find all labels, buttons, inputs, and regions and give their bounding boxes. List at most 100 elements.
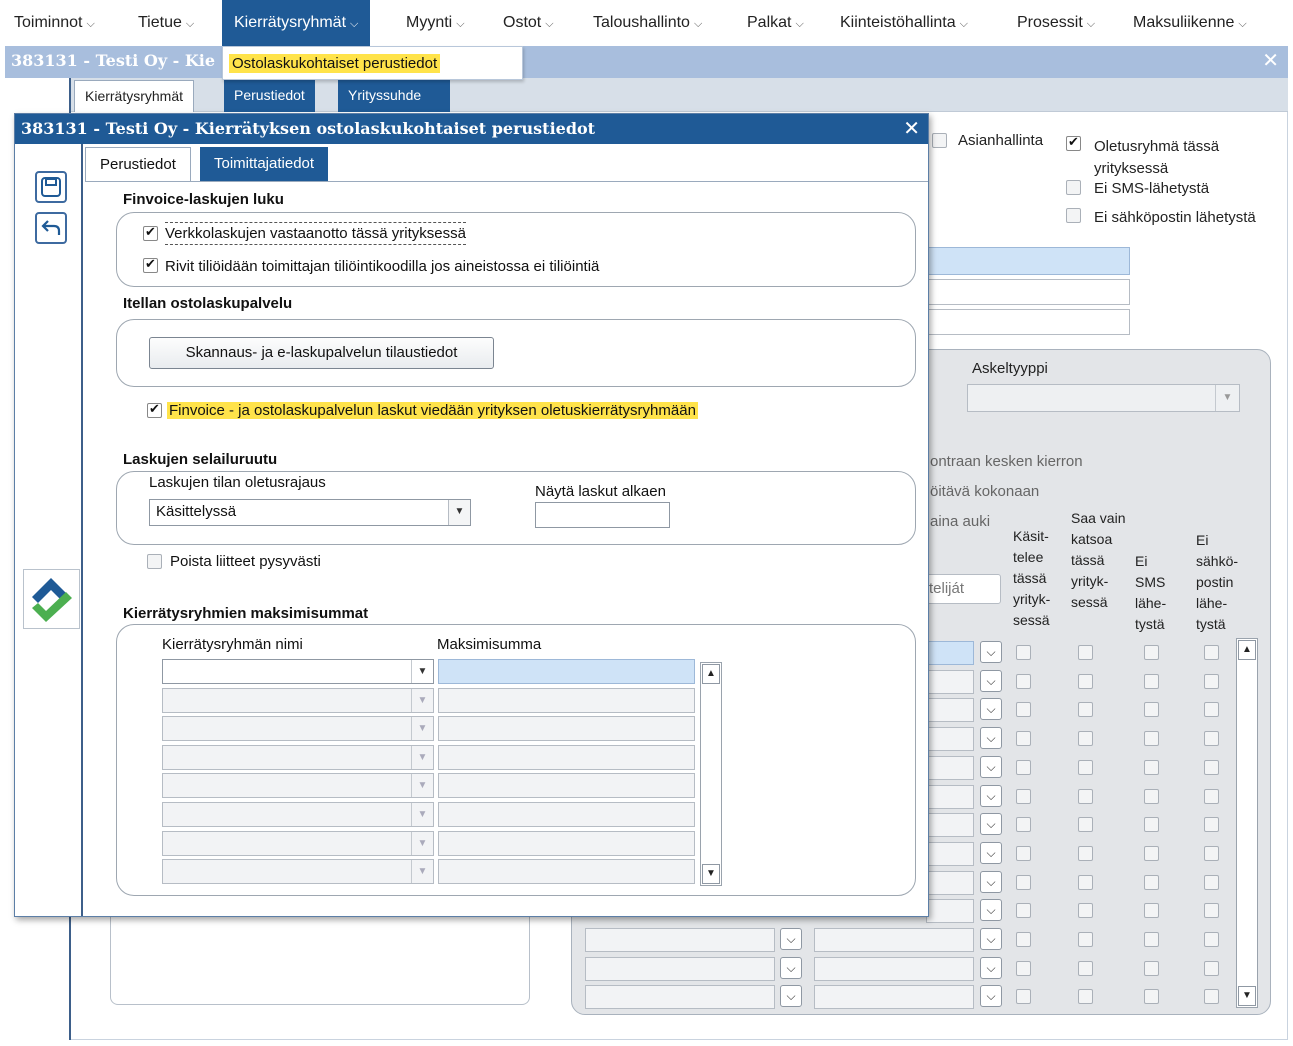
bg-grid-checkbox[interactable] xyxy=(1144,645,1159,660)
dropdown-item-ostolaskukohtaiset[interactable]: Ostolaskukohtaiset perustiedot xyxy=(229,54,441,73)
bg-grid-field[interactable] xyxy=(814,985,974,1010)
chevron-down-icon[interactable]: ⌵ xyxy=(780,956,802,979)
bg-grid-field[interactable] xyxy=(926,698,974,723)
oletusryhma-checkbox[interactable] xyxy=(1066,134,1081,151)
menu-toiminnot[interactable]: Toiminnot ⌵ xyxy=(10,0,99,46)
bg-grid-checkbox[interactable] xyxy=(1204,645,1219,660)
chevron-down-icon[interactable]: ⌵ xyxy=(980,841,1002,864)
bg-grid-checkbox[interactable] xyxy=(1078,788,1093,804)
bg-grid-field[interactable] xyxy=(926,755,974,780)
scroll-down-icon[interactable]: ▼ xyxy=(702,864,720,884)
bg-grid-checkbox[interactable] xyxy=(1016,673,1031,689)
bg-grid-field[interactable] xyxy=(926,669,974,694)
bg-grid-checkbox[interactable] xyxy=(1204,702,1219,718)
alkaen-input[interactable] xyxy=(535,502,670,528)
maksimisumma-input[interactable] xyxy=(438,744,695,770)
bg-grid-field[interactable] xyxy=(926,841,974,866)
bg-grid-checkbox[interactable] xyxy=(1204,874,1219,890)
bg-grid-checkbox[interactable] xyxy=(1016,874,1031,890)
tab-yrityssuhde[interactable]: Yrityssuhde xyxy=(338,80,450,112)
bg-grid-checkbox[interactable] xyxy=(1144,960,1159,976)
scroll-down-icon[interactable]: ▼ xyxy=(1238,986,1256,1006)
menu-kiinteistohallinta[interactable]: Kiinteistöhallinta ⌵ xyxy=(836,0,972,46)
chevron-down-icon[interactable]: ⌵ xyxy=(980,899,1002,922)
verkkolaskut-checkbox[interactable] xyxy=(143,224,158,241)
bg-grid-checkbox[interactable] xyxy=(1016,759,1031,775)
bg-grid-checkbox[interactable] xyxy=(1144,989,1159,1005)
maksimisumma-input[interactable] xyxy=(438,830,695,856)
tilaustiedot-button[interactable]: Skannaus- ja e-laskupalvelun tilaustiedo… xyxy=(149,337,494,369)
bg-grid-checkbox[interactable] xyxy=(1016,845,1031,861)
bg-grid-checkbox[interactable] xyxy=(1078,874,1093,890)
bg-grid-checkbox[interactable] xyxy=(1016,932,1031,947)
bg-grid-field[interactable] xyxy=(585,928,775,952)
close-icon[interactable]: ✕ xyxy=(1262,48,1279,73)
bg-grid-checkbox[interactable] xyxy=(1078,845,1093,861)
bg-grid-checkbox[interactable] xyxy=(1144,731,1159,747)
bg-grid-checkbox[interactable] xyxy=(1016,960,1031,976)
maksimisumma-input[interactable] xyxy=(438,659,695,684)
bg-grid-checkbox[interactable] xyxy=(1204,759,1219,775)
bg-grid-checkbox[interactable] xyxy=(1078,903,1093,919)
menu-maksuliikenne[interactable]: Maksuliikenne ⌵ xyxy=(1129,0,1251,46)
menu-kierratysryhmat[interactable]: Kierrätysryhmät ⌵ xyxy=(222,0,371,46)
menu-tietue[interactable]: Tietue ⌵ xyxy=(134,0,198,46)
bg-grid-field[interactable] xyxy=(926,870,974,895)
maksimisumma-input[interactable] xyxy=(438,802,695,827)
chevron-down-icon[interactable]: ⌵ xyxy=(980,985,1002,1008)
maksimisumma-input[interactable] xyxy=(438,773,695,799)
kasittelijat-button[interactable]: teliját xyxy=(926,574,1001,604)
chevron-down-icon[interactable]: ⌵ xyxy=(980,727,1002,750)
bg-grid-checkbox[interactable] xyxy=(1016,989,1031,1005)
bg-field-3[interactable] xyxy=(926,309,1130,335)
bg-grid-checkbox[interactable] xyxy=(1144,932,1159,947)
bg-grid-checkbox[interactable] xyxy=(1078,731,1093,747)
bg-grid-checkbox[interactable] xyxy=(1204,903,1219,919)
menu-taloushallinto[interactable]: Taloushallinto ⌵ xyxy=(589,0,706,46)
bg-grid-checkbox[interactable] xyxy=(1144,702,1159,718)
chevron-down-icon[interactable]: ⌵ xyxy=(980,755,1002,778)
chevron-down-icon[interactable]: ⌵ xyxy=(980,813,1002,836)
bg-grid-checkbox[interactable] xyxy=(1144,903,1159,919)
kierratysryhma-select[interactable]: ▼ xyxy=(162,773,434,799)
bg-grid-checkbox[interactable] xyxy=(1144,845,1159,861)
ei-sahkoposti-checkbox[interactable] xyxy=(1066,208,1081,223)
bg-field-2[interactable] xyxy=(926,279,1130,305)
bg-grid-field[interactable] xyxy=(926,813,974,838)
undo-icon[interactable] xyxy=(35,212,67,244)
bg-grid-checkbox[interactable] xyxy=(1144,759,1159,775)
bg-grid-checkbox[interactable] xyxy=(1078,645,1093,660)
bg-grid-checkbox[interactable] xyxy=(1204,932,1219,947)
chevron-down-icon[interactable]: ⌵ xyxy=(980,641,1002,663)
chevron-down-icon[interactable]: ⌵ xyxy=(980,698,1002,721)
tilioinnit-checkbox[interactable] xyxy=(143,256,158,273)
bg-grid-checkbox[interactable] xyxy=(1204,989,1219,1005)
tab-toimittajatiedot[interactable]: Toimittajatiedot xyxy=(200,147,329,182)
bg-grid-checkbox[interactable] xyxy=(1078,817,1093,833)
bg-grid-checkbox[interactable] xyxy=(1204,960,1219,976)
poista-liitteet-checkbox[interactable] xyxy=(147,554,162,569)
bg-grid-checkbox[interactable] xyxy=(1078,759,1093,775)
bg-field-1[interactable] xyxy=(926,247,1130,275)
bg-grid-checkbox[interactable] xyxy=(1078,702,1093,718)
chevron-down-icon[interactable]: ⌵ xyxy=(980,928,1002,950)
bg-grid-checkbox[interactable] xyxy=(1204,817,1219,833)
bg-grid-checkbox[interactable] xyxy=(1078,673,1093,689)
kierratysryhma-select[interactable]: ▼ xyxy=(162,859,434,885)
chevron-down-icon[interactable]: ⌵ xyxy=(780,928,802,950)
kierratysryhma-select[interactable]: ▼ xyxy=(162,802,434,827)
bg-grid-checkbox[interactable] xyxy=(1204,731,1219,747)
maksimi-scrollbar[interactable]: ▲ ▼ xyxy=(700,662,722,886)
bg-grid-field[interactable] xyxy=(926,899,974,924)
menu-myynti[interactable]: Myynti ⌵ xyxy=(402,0,469,46)
bg-grid-checkbox[interactable] xyxy=(1078,932,1093,947)
bg-grid-checkbox[interactable] xyxy=(1204,673,1219,689)
bg-grid-field[interactable] xyxy=(585,985,775,1010)
kierratysryhma-select[interactable]: ▼ xyxy=(162,687,434,713)
bg-grid-field[interactable] xyxy=(585,956,775,981)
bg-grid-checkbox[interactable] xyxy=(1204,788,1219,804)
background-scrollbar[interactable]: ▲ ▼ xyxy=(1236,638,1258,1008)
bg-grid-checkbox[interactable] xyxy=(1016,903,1031,919)
menu-prosessit[interactable]: Prosessit ⌵ xyxy=(1013,0,1099,46)
close-icon[interactable]: ✕ xyxy=(903,116,920,142)
